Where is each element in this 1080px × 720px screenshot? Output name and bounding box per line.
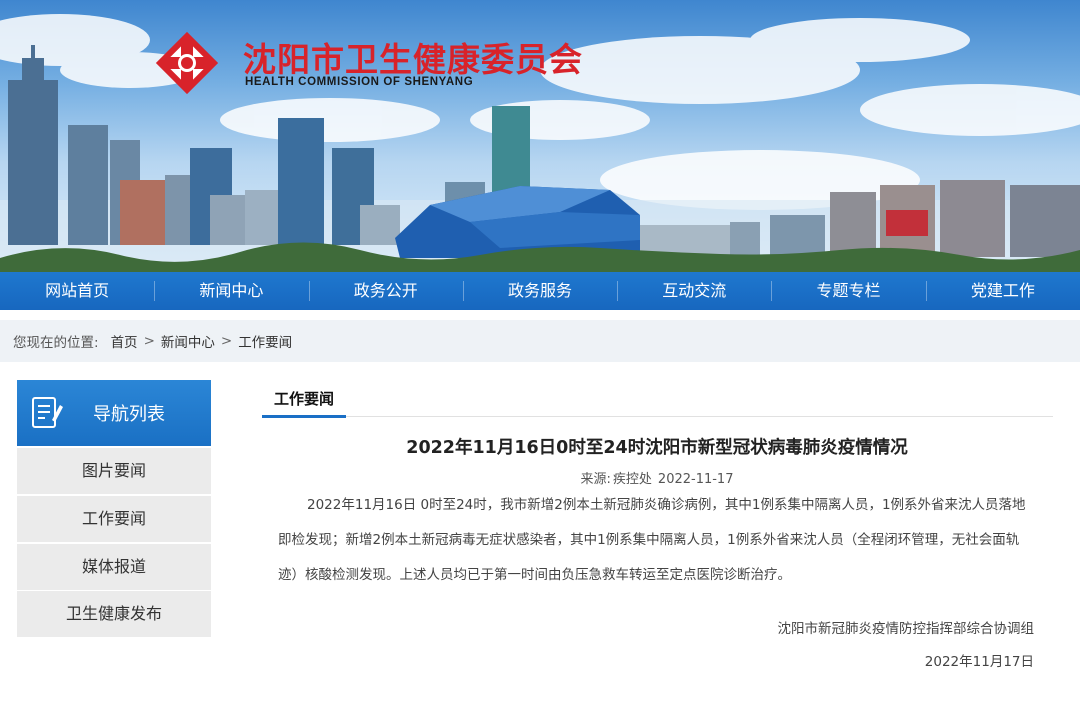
sidebar-title: 导航列表 [93, 404, 165, 425]
nav-government-affairs[interactable]: 政务公开 [308, 272, 463, 310]
site-title: 沈阳市卫生健康委员会 [243, 40, 583, 79]
breadcrumb-home[interactable]: 首页 [111, 331, 138, 351]
nav-special-topics[interactable]: 专题专栏 [771, 272, 925, 310]
article-source-label: 来源: [580, 472, 611, 487]
nav-party-building[interactable]: 党建工作 [925, 272, 1080, 310]
article-signature-date: 2022年11月17日 [924, 654, 1034, 670]
sidebar-item-media-reports[interactable]: 媒体报道 [17, 544, 211, 590]
nav-interaction[interactable]: 互动交流 [617, 272, 771, 310]
breadcrumb-separator: > [220, 333, 233, 349]
article-signature-org: 沈阳市新冠肺炎疫情防控指挥部综合协调组 [777, 621, 1035, 637]
article-meta: 来源: 疾控处 2022-11-17 [262, 468, 1052, 487]
sidebar-item-health-release[interactable]: 卫生健康发布 [17, 591, 211, 637]
header-banner: 沈阳市卫生健康委员会 HEALTH COMMISSION OF SHENYANG [0, 0, 1080, 272]
article-date: 2022-11-17 [657, 472, 734, 487]
breadcrumb-news-center[interactable]: 新闻中心 [161, 331, 215, 351]
sidebar-item-work-news[interactable]: 工作要闻 [17, 496, 211, 542]
nav-home[interactable]: 网站首页 [0, 272, 154, 310]
breadcrumb: 您现在的位置: 首页 > 新闻中心 > 工作要闻 [0, 320, 1080, 362]
nav-news-center[interactable]: 新闻中心 [154, 272, 308, 310]
breadcrumb-lead: 您现在的位置: [13, 335, 99, 351]
main-nav: 网站首页 新闻中心 政务公开 政务服务 互动交流 专题专栏 党建工作 [0, 272, 1080, 310]
breadcrumb-work-news[interactable]: 工作要闻 [238, 331, 292, 351]
article-source: 疾控处 [612, 472, 652, 487]
sidebar-item-photo-news[interactable]: 图片要闻 [17, 448, 211, 494]
sidebar-header: 导航列表 [17, 380, 211, 446]
article-title: 2022年11月16日0时至24时沈阳市新型冠状病毒肺炎疫情情况 [406, 438, 908, 458]
section-divider [346, 416, 1053, 417]
document-list-icon [32, 397, 63, 428]
section-tab-underline [262, 415, 346, 418]
article-body: 2022年11月16日 0时至24时，我市新增2例本土新冠肺炎确诊病例，其中1例… [278, 497, 1026, 583]
site-subtitle: HEALTH COMMISSION OF SHENYANG [245, 76, 474, 88]
nav-government-services[interactable]: 政务服务 [462, 272, 617, 310]
section-tab[interactable]: 工作要闻 [262, 388, 346, 409]
breadcrumb-separator: > [143, 333, 155, 349]
health-commission-logo [155, 31, 219, 95]
